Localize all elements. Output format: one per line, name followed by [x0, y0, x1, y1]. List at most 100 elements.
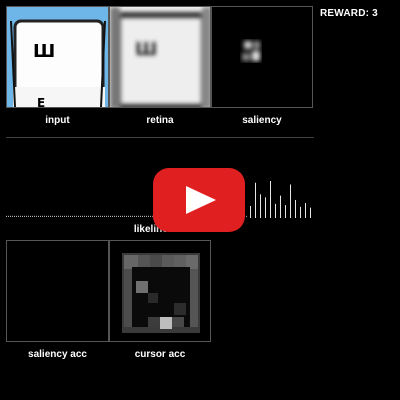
retina-glyph: Ш [135, 39, 157, 60]
likelihood-baseline-dot [246, 215, 247, 217]
likelihood-baseline-dot [20, 215, 21, 217]
likelihood-baseline-dot [106, 215, 107, 217]
likelihood-bar [285, 205, 286, 218]
likelihood-baseline-dot [64, 215, 65, 217]
saliency-panel [211, 6, 313, 108]
likelihood-baseline-dot [60, 215, 61, 217]
likelihood-baseline-dot [108, 215, 109, 217]
likelihood-baseline-dot [48, 215, 49, 217]
play-icon [186, 186, 216, 214]
likelihood-baseline-dot [132, 215, 133, 217]
likelihood-bar [250, 205, 251, 218]
likelihood-baseline-dot [22, 215, 23, 217]
likelihood-baseline-dot [46, 215, 47, 217]
likelihood-baseline-dot [78, 215, 79, 217]
likelihood-baseline-dot [54, 215, 55, 217]
likelihood-baseline-dot [18, 215, 19, 217]
likelihood-bar [310, 207, 311, 218]
likelihood-bar [290, 184, 291, 218]
likelihood-baseline-dot [58, 215, 59, 217]
likelihood-baseline-dot [10, 215, 11, 217]
likelihood-baseline-dot [136, 215, 137, 217]
likelihood-baseline-dot [62, 215, 63, 217]
likelihood-baseline-dot [42, 215, 43, 217]
likelihood-baseline-dot [14, 215, 15, 217]
likelihood-baseline-dot [130, 215, 131, 217]
likelihood-baseline-dot [82, 215, 83, 217]
likelihood-baseline-dot [28, 215, 29, 217]
likelihood-baseline-dot [88, 215, 89, 217]
retina-panel: Ш [109, 6, 211, 108]
likelihood-baseline-dot [66, 215, 67, 217]
section-divider [6, 137, 314, 138]
likelihood-baseline-dot [98, 215, 99, 217]
likelihood-baseline-dot [6, 215, 7, 217]
likelihood-baseline-dot [36, 215, 37, 217]
saliency-map [212, 7, 312, 107]
likelihood-baseline-dot [52, 215, 53, 217]
likelihood-baseline-dot [146, 215, 147, 217]
likelihood-baseline-dot [70, 215, 71, 217]
likelihood-bar [265, 197, 266, 218]
play-button[interactable] [153, 168, 245, 232]
likelihood-bar [305, 202, 306, 218]
likelihood-baseline-dot [128, 215, 129, 217]
likelihood-baseline-dot [94, 215, 95, 217]
input-panel: Ш E [6, 6, 109, 108]
likelihood-baseline-dot [12, 215, 13, 217]
input-label: input [45, 115, 70, 126]
likelihood-baseline-dot [84, 215, 85, 217]
likelihood-baseline-dot [120, 215, 121, 217]
likelihood-baseline-dot [114, 215, 115, 217]
likelihood-baseline-dot [76, 215, 77, 217]
likelihood-bar [255, 182, 256, 218]
likelihood-baseline-dot [148, 215, 149, 217]
likelihood-baseline-dot [38, 215, 39, 217]
likelihood-baseline-dot [32, 215, 33, 217]
saliency-label: saliency [242, 115, 282, 126]
likelihood-baseline-dot [96, 215, 97, 217]
likelihood-baseline-dot [104, 215, 105, 217]
likelihood-peaks [250, 181, 311, 218]
likelihood-baseline-dot [140, 215, 141, 217]
reward-counter: REWARD: 3 [320, 8, 378, 19]
saliency-acc-map [7, 241, 108, 341]
likelihood-baseline-dot [72, 215, 73, 217]
likelihood-baseline-dot [122, 215, 123, 217]
saliency-acc-label: saliency acc [28, 349, 87, 360]
likelihood-baseline-dot [24, 215, 25, 217]
retina-label: retina [146, 115, 174, 126]
likelihood-baseline-dot [34, 215, 35, 217]
likelihood-baseline-dot [30, 215, 31, 217]
likelihood-baseline-dot [86, 215, 87, 217]
cursor-acc-map [110, 241, 210, 341]
input-image: Ш E [7, 7, 108, 108]
cursor-acc-panel [109, 240, 211, 342]
likelihood-bar [275, 203, 276, 218]
likelihood-baseline-dot [26, 215, 27, 217]
likelihood-baseline-dot [92, 215, 93, 217]
likelihood-baseline-dot [40, 215, 41, 217]
saliency-acc-panel [6, 240, 109, 342]
likelihood-baseline-dot [142, 215, 143, 217]
likelihood-baseline-dot [110, 215, 111, 217]
likelihood-baseline-dot [44, 215, 45, 217]
likelihood-baseline-dot [150, 215, 151, 217]
likelihood-baseline-dot [118, 215, 119, 217]
likelihood-baseline-dot [100, 215, 101, 217]
likelihood-baseline-dot [50, 215, 51, 217]
likelihood-baseline-dot [102, 215, 103, 217]
cursor-acc-label: cursor acc [134, 349, 186, 360]
likelihood-baseline-dot [90, 215, 91, 217]
likelihood-baseline-dot [124, 215, 125, 217]
likelihood-baseline-dot [68, 215, 69, 217]
likelihood-baseline-dot [134, 215, 135, 217]
likelihood-bar [270, 181, 271, 218]
likelihood-baseline-dot [112, 215, 113, 217]
likelihood-baseline-dot [16, 215, 17, 217]
likelihood-baseline-dot [116, 215, 117, 217]
likelihood-bar [295, 199, 296, 218]
input-glyph-small: E [37, 96, 45, 108]
likelihood-baseline-dot [126, 215, 127, 217]
retina-image: Ш [110, 7, 210, 107]
